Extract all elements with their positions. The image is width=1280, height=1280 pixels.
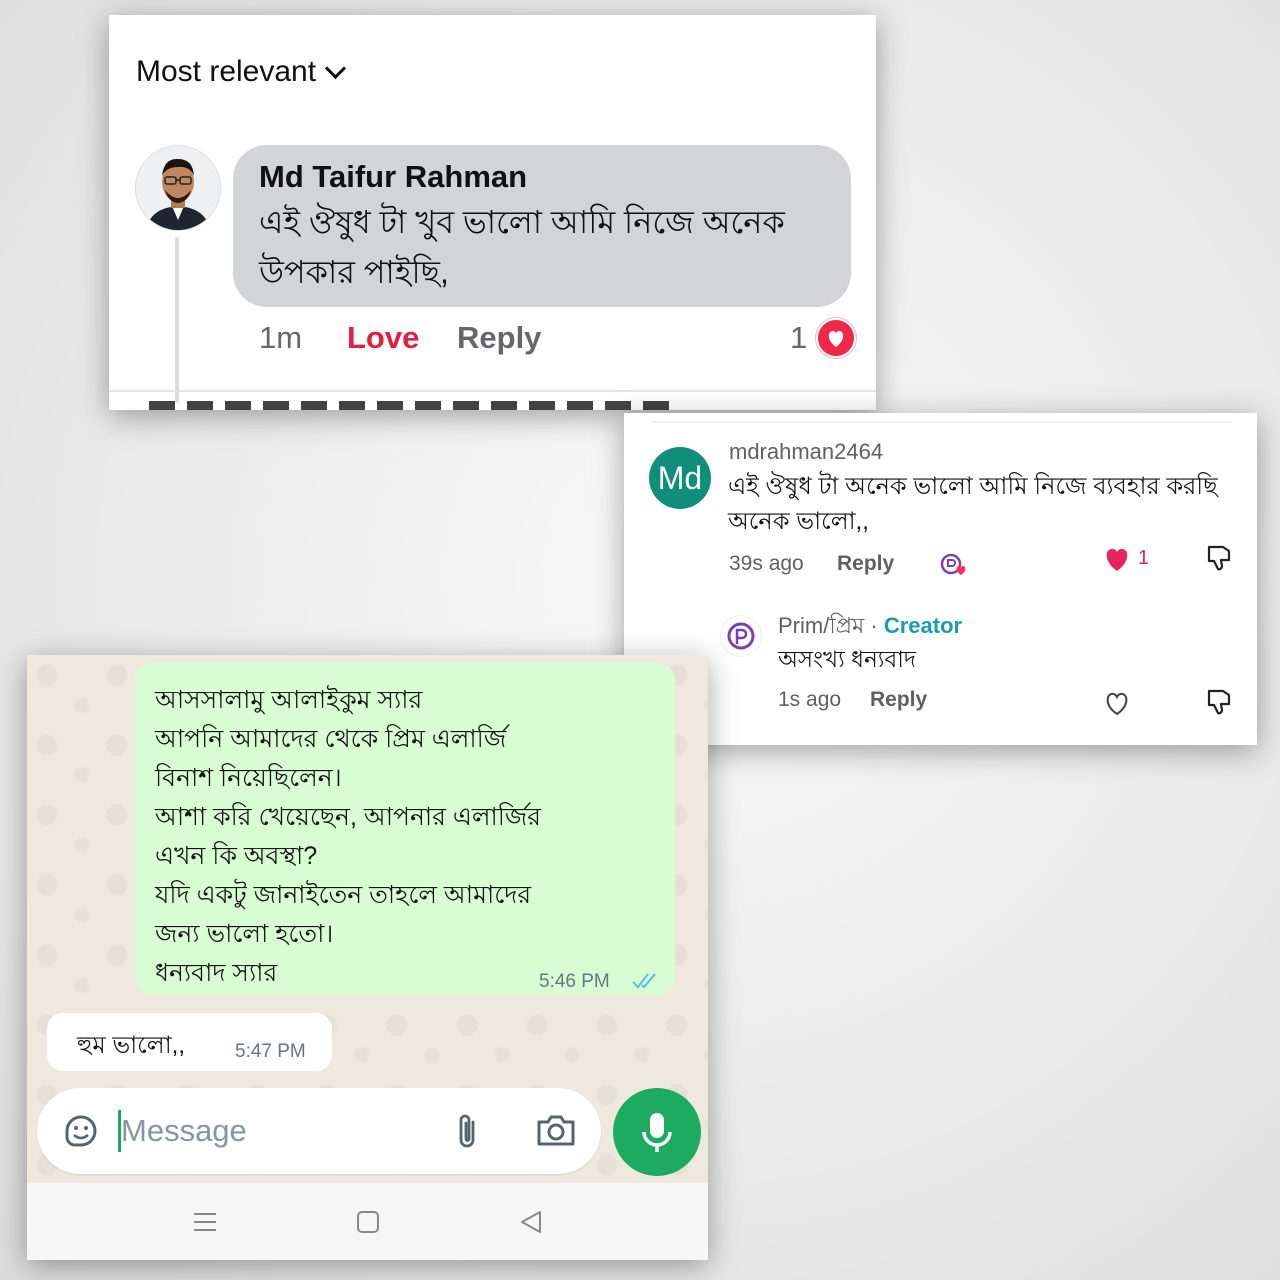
reply-author[interactable]: Prim/প্রিম: [778, 613, 864, 638]
avatar[interactable]: Md: [649, 447, 711, 509]
message-time: 5:46 PM: [539, 971, 610, 992]
attach-icon[interactable]: [453, 1110, 483, 1152]
outgoing-message[interactable]: আসসালামু আলাইকুম স্যার আপনি আমাদের থেকে …: [135, 663, 675, 995]
microphone-icon: [613, 1113, 701, 1180]
outgoing-message-text: আসসালামু আলাইকুম স্যার আপনি আমাদের থেকে …: [155, 681, 655, 993]
avatar[interactable]: [135, 145, 221, 231]
comment-time: 39s ago: [729, 552, 804, 575]
sort-dropdown[interactable]: Most relevant: [136, 55, 347, 89]
sticker-icon[interactable]: [61, 1111, 101, 1151]
creator-avatar[interactable]: [720, 615, 762, 657]
reaction-count[interactable]: 1: [790, 320, 807, 356]
love-reaction-icon[interactable]: [816, 318, 856, 358]
comment-username[interactable]: mdrahman2464: [729, 439, 883, 465]
thread-line: [175, 237, 179, 403]
comment-text: এই ঔষুধ টা অনেক ভালো আমি নিজে ব্যবহার কর…: [728, 473, 1218, 535]
comment-text: এই ঔষুধ টা খুব ভালো আমি নিজে অনেক উপকার …: [259, 204, 785, 290]
reply-time: 1s ago: [778, 688, 842, 711]
youtube-comment-card: Md mdrahman2464 এই ঔষুধ টা অনেক ভালো আমি…: [624, 413, 1257, 745]
system-navigation-bar: [27, 1183, 708, 1260]
reply-button[interactable]: Reply: [457, 320, 541, 356]
voice-message-button[interactable]: [613, 1088, 701, 1176]
message-time: 5:47 PM: [235, 1041, 306, 1062]
incoming-message-text: হুম ভালো,,: [77, 1032, 185, 1059]
message-line: এখন কি অবস্থা?: [155, 842, 318, 870]
sort-label: Most relevant: [136, 55, 317, 88]
reply-text: অসংখ্য ধন্যবাদ: [778, 646, 917, 672]
heart-outline-icon[interactable]: [1102, 689, 1132, 717]
message-line: আপনি আমাদের থেকে প্রিম এলার্জি: [155, 725, 507, 753]
like-count: 1: [1138, 547, 1150, 569]
whatsapp-chat-card: আসসালামু আলাইকুম স্যার আপনি আমাদের থেকে …: [27, 655, 708, 1260]
message-line: জন্য ভালো হতো।: [155, 920, 334, 948]
creator-heart-icon: [940, 553, 970, 577]
facebook-comment-card: Most relevant Md Taifur Rahman এই ঔষুধ ট…: [109, 15, 876, 410]
cropped-text-row: [149, 401, 679, 410]
reply-button[interactable]: Reply: [870, 688, 927, 712]
dislike-icon[interactable]: [1204, 543, 1234, 573]
incoming-message[interactable]: হুম ভালো,, 5:47 PM: [47, 1013, 332, 1071]
dislike-icon[interactable]: [1204, 687, 1234, 717]
menu-icon[interactable]: [188, 1205, 222, 1239]
message-line: বিনাশ নিয়েছিলেন।: [155, 764, 342, 792]
separator-dot: ·: [870, 613, 878, 638]
love-reaction-button[interactable]: Love: [347, 320, 419, 356]
double-check-icon: [631, 971, 661, 991]
home-icon[interactable]: [351, 1205, 385, 1239]
comment-bubble: Md Taifur Rahman এই ঔষুধ টা খুব ভালো আমি…: [233, 145, 851, 307]
comment-time: 1m: [259, 320, 303, 355]
camera-icon[interactable]: [535, 1112, 577, 1150]
message-line: যদি একটু জানাইতেন তাহলে আমাদের: [155, 881, 532, 909]
message-composer: [37, 1088, 601, 1174]
reply-button[interactable]: Reply: [837, 552, 894, 576]
back-icon[interactable]: [514, 1205, 548, 1239]
creator-badge: Creator: [883, 613, 963, 638]
message-line: আশা করি খেয়েছেন, আপনার এলার্জির: [155, 803, 541, 831]
heart-icon[interactable]: [1102, 545, 1132, 573]
divider: [109, 390, 876, 392]
comment-author[interactable]: Md Taifur Rahman: [259, 159, 527, 195]
chevron-down-icon: [324, 57, 347, 79]
divider: [652, 421, 1232, 423]
message-input[interactable]: [121, 1106, 421, 1156]
message-line: আসসালামু আলাইকুম স্যার: [155, 686, 423, 714]
